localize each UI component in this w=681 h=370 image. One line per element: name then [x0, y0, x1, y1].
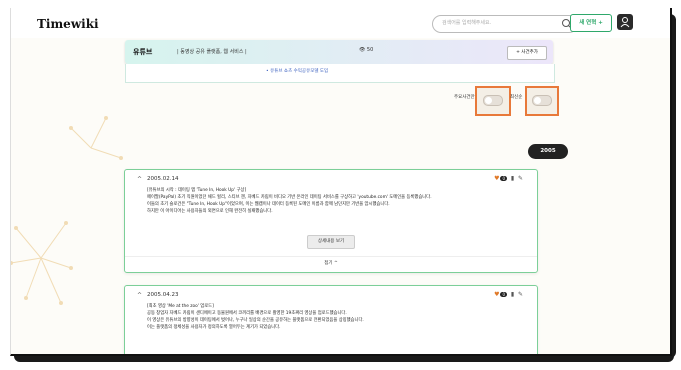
card-actions: ♥ 0 ▮ ✎ [494, 175, 523, 182]
bookmark-icon[interactable]: ▮ [509, 291, 516, 298]
summary-list-item[interactable]: • 유튜브 쇼츠 수익공유모델 도입 [266, 68, 328, 74]
search-input[interactable]: 검색어를 입력해주세요. [432, 15, 578, 33]
year-marker[interactable]: 2005 [528, 144, 568, 159]
chevron-up-icon[interactable]: ^ [137, 176, 142, 183]
latest-first-toggle[interactable] [532, 95, 552, 106]
heart-icon[interactable]: ♥ [494, 175, 499, 182]
event-description: [유튜브의 시작 : 데이팅 앱 'Tune In, Hook Up' 구상] … [147, 187, 507, 215]
event-description: [최초 영상 'Me at the zoo' 업로드] 공동 창업자 자베드 카… [147, 303, 507, 331]
topic-description: | 동영상 공유 플랫폼, 웹 서비스 | [177, 49, 247, 55]
event-text-line: 이 영상은 유튜브의 방향성이 데이팅에서 벗어나, 누구나 일상의 순간을 공… [147, 318, 364, 323]
edit-icon[interactable]: ✎ [518, 291, 523, 298]
latest-first-label: 최신순 [510, 95, 523, 100]
event-text-line: 이들의 초기 슬로건은 "Tune In, Hook Up"이었으며, 이는 웹… [147, 202, 390, 207]
summary-list-panel: • 유튜브 쇼츠 수익공유모델 도입 [125, 64, 555, 83]
firework-decoration [11, 116, 123, 305]
timeline-event-card: ^ 2005.04.23 ♥ 0 ▮ ✎ [최초 영상 'Me at the zo… [124, 285, 538, 354]
event-text-line: 페이팔(PayPal) 초기 직원이었던 채드 헐리, 스티브 첸, 자베드 카… [147, 195, 432, 200]
card-actions: ♥ 0 ▮ ✎ [494, 291, 523, 298]
view-details-button[interactable]: 상세내용 보기 [307, 235, 355, 249]
topic-title: 유튜브 [133, 48, 153, 56]
event-text-line: [최초 영상 'Me at the zoo' 업로드] [147, 304, 214, 309]
event-text-line: [유튜브의 시작 : 데이팅 앱 'Tune In, Hook Up' 구상] [147, 188, 247, 193]
heart-icon[interactable]: ♥ [494, 291, 499, 298]
event-text-line: 공동 창업자 자베드 카림이 샌디에이고 동물원에서 코끼리를 배경으로 촬영한… [147, 311, 347, 316]
timeline-event-card: ^ 2005.02.14 ♥ 0 ▮ ✎ [유튜브의 시작 : 데이팅 앱 'Tu… [124, 169, 538, 273]
collapse-button[interactable]: 접기 ^ [125, 256, 537, 266]
view-count: 👁 50 [359, 47, 374, 53]
app-logo[interactable]: Timewiki [37, 17, 99, 31]
bookmark-icon[interactable]: ▮ [509, 175, 516, 182]
major-events-toggle[interactable] [483, 95, 503, 106]
user-menu-button[interactable] [617, 14, 633, 30]
user-icon [620, 17, 630, 28]
like-count: 0 [500, 292, 507, 297]
latest-first-toggle-group [525, 86, 559, 116]
edit-icon[interactable]: ✎ [518, 175, 523, 182]
chevron-up-icon[interactable]: ^ [137, 292, 142, 299]
event-text-line: 하지만 이 아이디어는 사용자들의 외면으로 인해 완전히 실패했습니다. [147, 209, 273, 214]
topic-header-bar: 유튜브 | 동영상 공유 플랫폼, 웹 서비스 | 👁 50 + 사건추가 [125, 40, 553, 64]
event-date: 2005.02.14 [147, 176, 179, 182]
new-timeline-button[interactable]: 새 연혁 + [570, 14, 612, 32]
event-date: 2005.04.23 [147, 292, 179, 298]
app-window: Timewiki 검색어를 입력해주세요. 새 연혁 + 유튜브 | 동영상 공… [10, 8, 672, 356]
add-event-button[interactable]: + 사건추가 [507, 46, 547, 60]
like-count: 0 [500, 176, 507, 181]
major-events-toggle-group [475, 86, 511, 116]
event-text-line: 이는 플랫폼의 정체성을 사용자가 정의하도록 열어두는 계기가 되었습니다. [147, 325, 281, 330]
major-events-label: 주요사건만 [454, 95, 475, 100]
top-header: Timewiki 검색어를 입력해주세요. 새 연혁 + [11, 8, 670, 38]
search-placeholder: 검색어를 입력해주세요. [442, 20, 492, 26]
